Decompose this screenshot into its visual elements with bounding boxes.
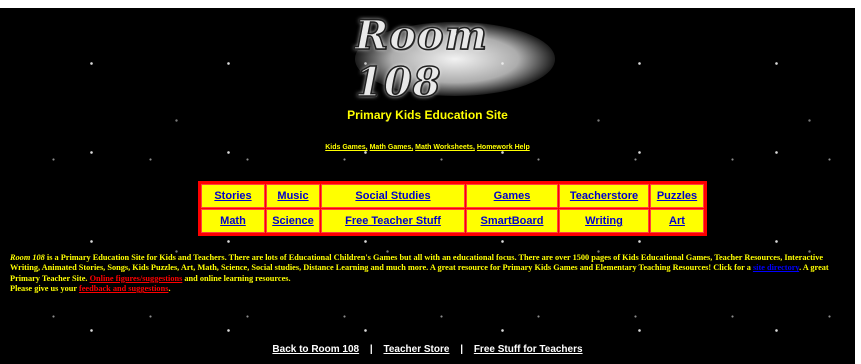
link-kids-games[interactable]: Kids Games, xyxy=(325,144,367,151)
nav-link-games[interactable]: Games xyxy=(494,190,531,202)
nav-menu-table: Stories Music Social Studies Games Teach… xyxy=(198,181,707,236)
nav-link-music[interactable]: Music xyxy=(277,190,308,202)
site-directory-link[interactable]: site directory xyxy=(753,263,799,272)
nav-cell-music: Music xyxy=(266,184,320,208)
nav-link-math[interactable]: Math xyxy=(220,215,246,227)
nav-row-2: Math Science Free Teacher Stuff SmartBoa… xyxy=(201,209,704,233)
nav-link-stories[interactable]: Stories xyxy=(214,190,251,202)
nav-cell-puzzles: Puzzles xyxy=(650,184,704,208)
description-text-5: . xyxy=(168,284,171,294)
site-subtitle: Primary Kids Education Site xyxy=(347,108,508,122)
nav-cell-writing: Writing xyxy=(559,209,649,233)
nav-link-science[interactable]: Science xyxy=(272,215,314,227)
link-math-worksheets[interactable]: Math Worksheets, xyxy=(415,144,475,151)
nav-cell-math: Math xyxy=(201,209,265,233)
nav-link-social-studies[interactable]: Social Studies xyxy=(355,190,430,202)
description-text-4: Please give us your xyxy=(10,284,79,294)
nav-cell-science: Science xyxy=(266,209,320,233)
description-text-3: and online learning resources. xyxy=(182,273,291,283)
nav-cell-smartboard: SmartBoard xyxy=(466,209,558,233)
nav-cell-free-teacher-stuff: Free Teacher Stuff xyxy=(321,209,465,233)
nav-cell-games: Games xyxy=(466,184,558,208)
nav-cell-social-studies: Social Studies xyxy=(321,184,465,208)
site-description: Room 108 is a Primary Education Site for… xyxy=(10,253,850,295)
nav-link-writing[interactable]: Writing xyxy=(585,215,623,227)
logo-text: Room 108 xyxy=(354,11,488,107)
description-brand: Room 108 xyxy=(10,253,45,262)
nav-link-teacherstore[interactable]: Teacherstore xyxy=(570,190,638,202)
nav-link-puzzles[interactable]: Puzzles xyxy=(657,190,697,202)
nav-row-1: Stories Music Social Studies Games Teach… xyxy=(201,184,704,208)
link-math-games[interactable]: Math Games, xyxy=(370,144,414,151)
online-resources-link[interactable]: Online figures/suggestions xyxy=(90,274,183,283)
footer-separator: | xyxy=(369,344,373,355)
nav-link-free-teacher-stuff[interactable]: Free Teacher Stuff xyxy=(345,215,441,227)
nav-cell-art: Art xyxy=(650,209,704,233)
nav-cell-stories: Stories xyxy=(201,184,265,208)
footer-link-teacher-store[interactable]: Teacher Store xyxy=(384,344,450,355)
nav-link-smartboard[interactable]: SmartBoard xyxy=(481,215,544,227)
footer-link-back-to-room[interactable]: Back to Room 108 xyxy=(272,344,359,355)
feedback-link[interactable]: feedback and suggestions xyxy=(79,284,168,293)
footer-link-free-stuff[interactable]: Free Stuff for Teachers xyxy=(474,344,583,355)
footer-separator: | xyxy=(460,344,464,355)
link-homework-help[interactable]: Homework Help xyxy=(477,144,530,151)
site-logo[interactable]: Room 108 xyxy=(354,11,555,107)
page-background: Room 108 Primary Kids Education Site Kid… xyxy=(0,8,855,364)
nav-cell-teacherstore: Teacherstore xyxy=(559,184,649,208)
footer-links: Back to Room 108 | Teacher Store | Free … xyxy=(0,344,855,355)
nav-link-art[interactable]: Art xyxy=(669,215,685,227)
top-links: Kids Games, Math Games, Math Worksheets,… xyxy=(0,144,855,151)
description-text-1: is a Primary Education Site for Kids and… xyxy=(10,253,824,273)
